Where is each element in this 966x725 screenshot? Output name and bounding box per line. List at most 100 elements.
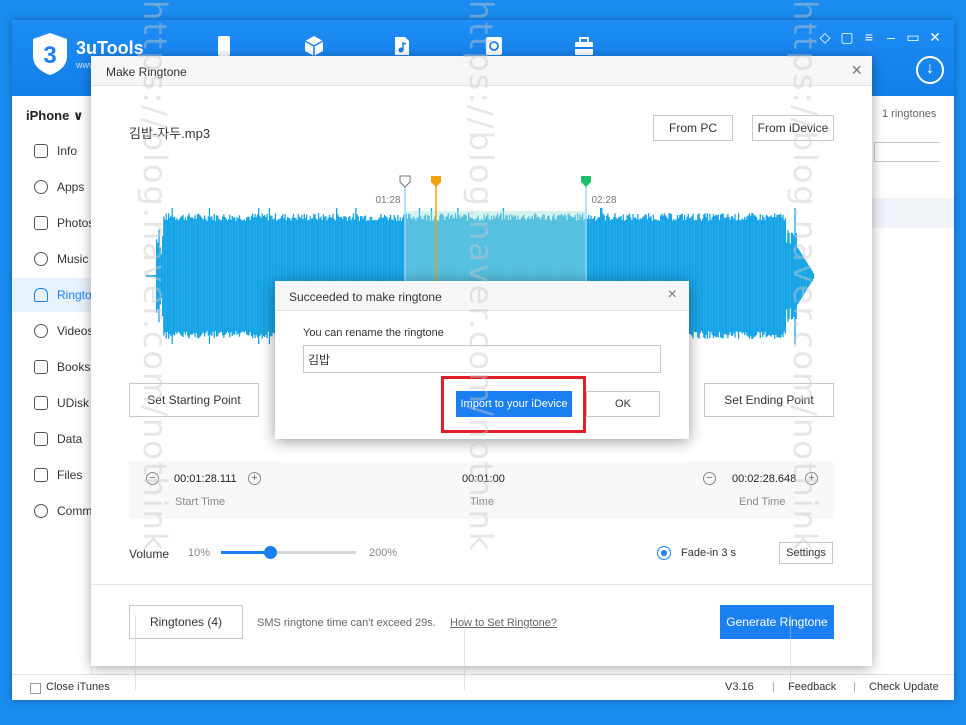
sidebar-item-label: UDisk <box>57 396 89 410</box>
waveform-bar <box>204 215 206 337</box>
fade-in-radio[interactable] <box>657 546 671 560</box>
photos-icon <box>34 216 48 230</box>
waveform-bar <box>254 213 256 339</box>
close-itunes-checkbox[interactable] <box>30 683 41 694</box>
waveform-bar <box>240 218 242 334</box>
search-input[interactable] <box>874 142 940 162</box>
waveform-bar <box>238 215 241 337</box>
generate-ringtone-button[interactable]: Generate Ringtone <box>720 605 834 639</box>
sidebar: iPhone ∨ Info Apps Photos Music Ringtone… <box>12 96 92 678</box>
waveform-bar <box>709 213 711 339</box>
fade-in-label: Fade-in 3 s <box>681 547 737 559</box>
waveform-bar <box>188 213 190 339</box>
sidebar-item-data[interactable]: Data <box>12 422 92 456</box>
ringtone-nav-icon[interactable] <box>390 34 414 58</box>
feedback-link[interactable]: Feedback <box>788 681 836 693</box>
waveform-bar <box>735 220 737 332</box>
waveform-bar <box>722 213 724 339</box>
waveform-bar <box>248 216 250 336</box>
check-update-link[interactable]: Check Update <box>869 681 939 693</box>
waveform-bar <box>694 219 697 333</box>
waveform-bar <box>264 215 266 337</box>
settings-icon[interactable]: ▢ <box>838 28 856 46</box>
waveform-bar <box>187 215 189 337</box>
sidebar-item-music[interactable]: Music <box>12 242 92 276</box>
waveform-bar <box>255 217 257 335</box>
sidebar-item-videos[interactable]: Videos <box>12 314 92 348</box>
waveform-bar <box>216 215 218 337</box>
waveform-bar <box>244 220 247 332</box>
close-icon[interactable]: × <box>668 286 677 304</box>
device-nav-icon[interactable] <box>212 34 236 58</box>
ringtone-list-row[interactable] <box>872 198 954 228</box>
close-itunes-label: Close iTunes <box>46 681 110 693</box>
ringtones-button[interactable]: Ringtones (4) <box>129 605 243 639</box>
waveform-bar <box>693 220 695 332</box>
waveform-bar <box>698 213 700 339</box>
sms-note: SMS ringtone time can't exceed 29s. <box>257 617 436 629</box>
waveform-bar <box>750 215 752 337</box>
sidebar-item-files[interactable]: Files <box>12 458 92 492</box>
waveform-bar <box>182 214 184 337</box>
waveform-bar <box>745 219 747 333</box>
sidebar-item-ringtones[interactable]: Ringtones <box>12 278 92 312</box>
waveform-bar <box>757 220 759 332</box>
close-window-icon[interactable]: ✕ <box>926 28 944 46</box>
waveform-bar <box>181 216 183 336</box>
separator: | <box>853 681 856 693</box>
sidebar-item-info[interactable]: Info <box>12 134 92 168</box>
toolbox-nav-icon[interactable] <box>572 34 596 58</box>
waveform-bar <box>259 215 261 337</box>
playhead-handle-icon[interactable] <box>431 176 441 187</box>
waveform-bar <box>232 217 235 335</box>
watermark-text: https://blog.naver.com/nothink <box>136 0 174 553</box>
close-icon[interactable]: × <box>851 60 862 81</box>
device-selector[interactable]: iPhone ∨ <box>26 108 84 124</box>
waveform-bar <box>249 220 251 332</box>
sidebar-item-label: Files <box>57 468 83 482</box>
sidebar-item-common[interactable]: Common <box>12 494 92 528</box>
waveform-bar <box>699 218 701 334</box>
waveform-bar <box>752 213 754 339</box>
waveform-bar <box>733 218 735 334</box>
sidebar-item-books[interactable]: Books <box>12 350 92 384</box>
ringtone-count: 1 ringtones <box>882 108 937 120</box>
waveform-bar <box>194 215 196 337</box>
sidebar-item-udisk[interactable]: UDisk <box>12 386 92 420</box>
waveform-bar <box>768 217 770 335</box>
end-marker-handle-icon[interactable] <box>581 176 591 187</box>
waveform-bar <box>763 217 765 335</box>
waveform-bar <box>262 215 265 337</box>
waveform-bar <box>710 219 712 333</box>
udisk-icon <box>34 396 48 410</box>
ok-button[interactable]: OK <box>586 391 660 417</box>
sidebar-item-photos[interactable]: Photos <box>12 206 92 240</box>
waveform-bar <box>712 214 715 339</box>
minimize-icon[interactable]: – <box>882 28 900 46</box>
waveform-bar <box>718 219 721 333</box>
sidebar-item-label: Apps <box>57 180 85 194</box>
from-pc-button[interactable]: From PC <box>653 115 733 141</box>
waveform-bar <box>782 214 784 338</box>
book-icon <box>34 360 48 374</box>
watermark-line <box>790 615 791 690</box>
waveform-bar <box>692 213 694 339</box>
start-plus-icon[interactable]: + <box>248 472 261 485</box>
waveform-bar <box>730 216 733 336</box>
waveform-bar <box>213 213 215 339</box>
download-icon[interactable]: ↓ <box>916 56 944 84</box>
sidebar-item-apps[interactable]: Apps <box>12 170 92 204</box>
waveform-bar <box>223 214 225 338</box>
maximize-icon[interactable]: ▭ <box>904 28 922 46</box>
waveform-bar <box>732 216 734 336</box>
waveform-bar <box>256 214 259 338</box>
waveform-bar <box>727 213 729 339</box>
start-marker-handle-icon[interactable] <box>399 175 411 188</box>
volume-slider[interactable] <box>221 546 356 559</box>
volume-slider-thumb[interactable] <box>263 546 277 559</box>
end-minus-icon[interactable]: − <box>703 472 716 485</box>
how-to-set-ringtone-link[interactable]: How to Set Ringtone? <box>450 617 557 629</box>
menu-icon[interactable]: ≡ <box>860 28 878 46</box>
waveform-bar <box>206 220 208 331</box>
apps-nav-icon[interactable] <box>302 34 326 58</box>
